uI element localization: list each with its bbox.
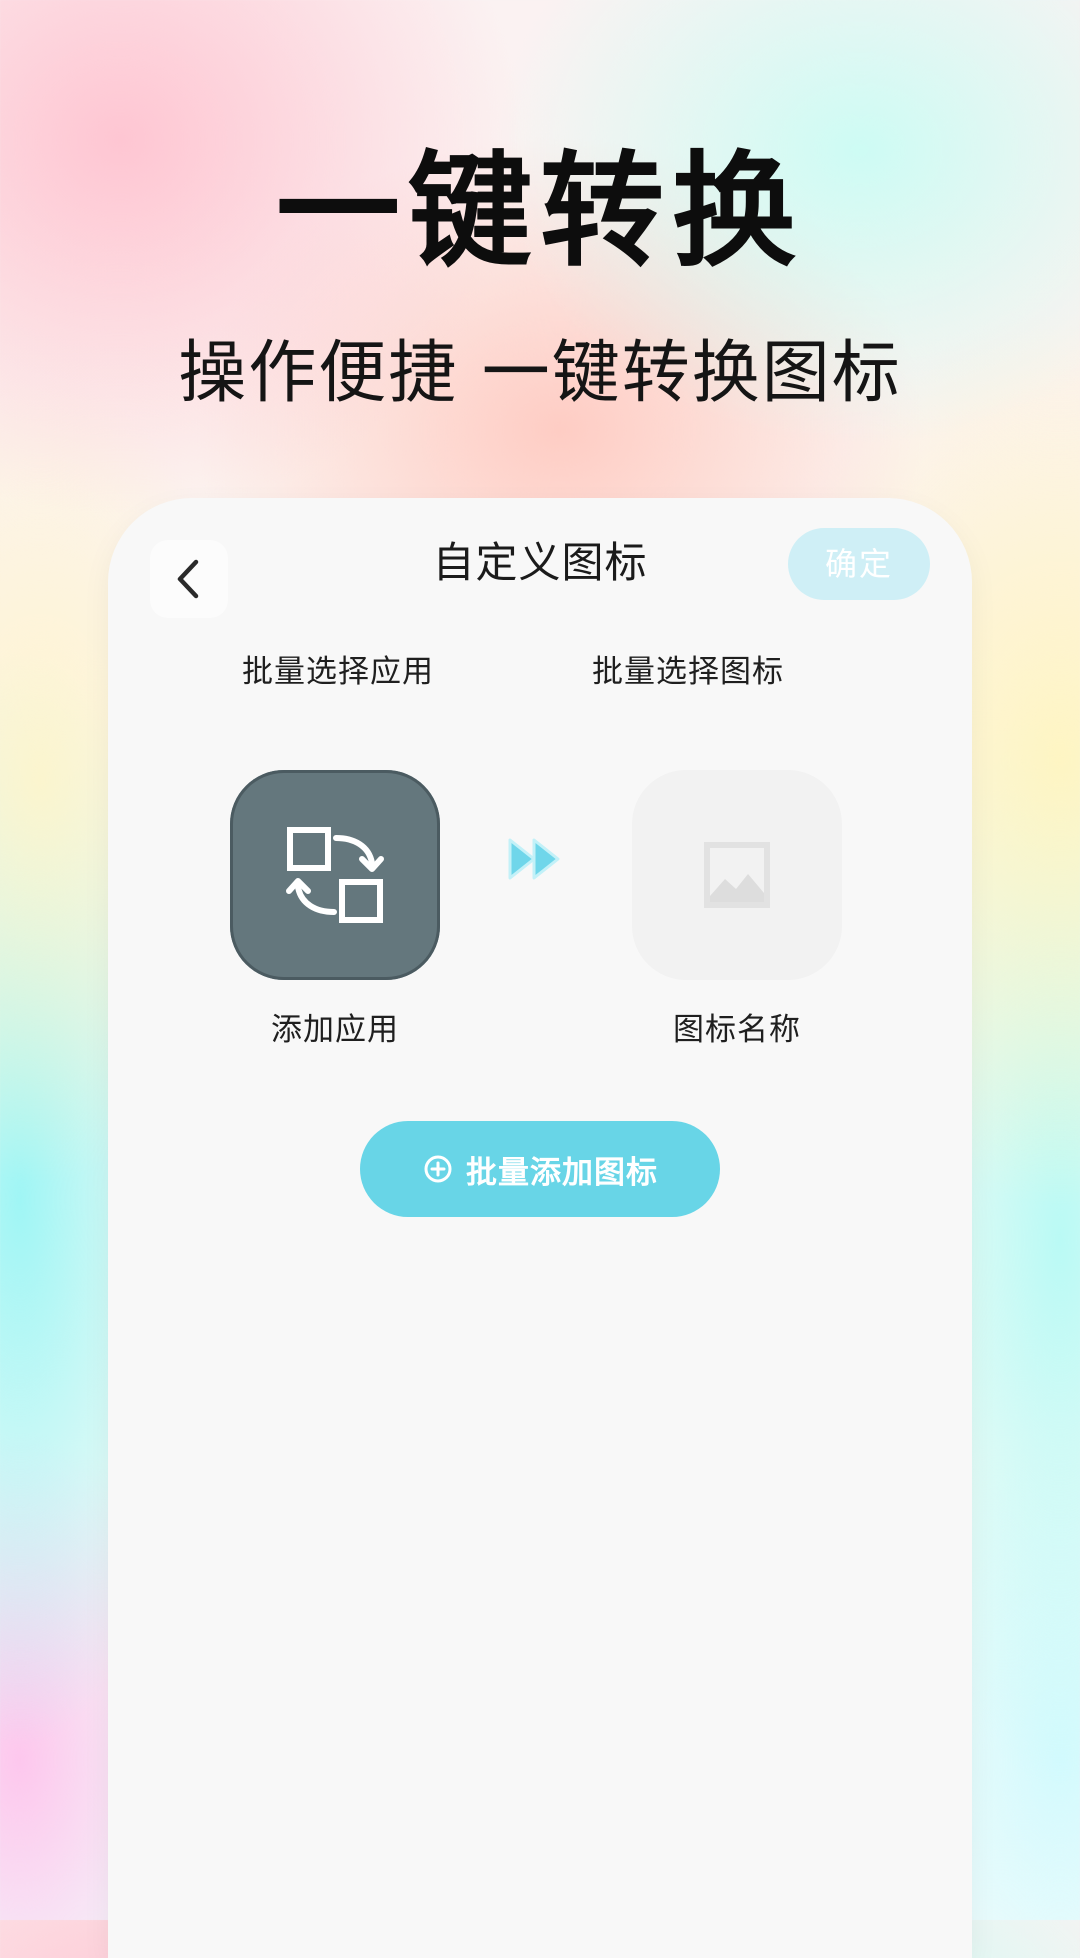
- icon-placeholder-tile[interactable]: [632, 770, 842, 980]
- confirm-button[interactable]: 确定: [788, 528, 930, 600]
- batch-select-icons-label: 批量选择图标: [592, 654, 784, 690]
- phone-frame: 自定义图标 确定 批量选择应用 批量选择图标 添加应用 图标名称 批量添加图标: [108, 498, 972, 1958]
- add-app-label: 添加应用: [271, 1012, 399, 1048]
- icon-name-label: 图标名称: [673, 1012, 801, 1048]
- top-nav-bar: 自定义图标 确定: [108, 498, 972, 633]
- batch-add-icons-button[interactable]: 批量添加图标: [360, 1121, 720, 1217]
- image-placeholder-icon: [704, 842, 770, 908]
- plus-circle-icon: [424, 1155, 452, 1183]
- double-arrow-icon: [508, 838, 560, 880]
- add-app-tile[interactable]: [230, 770, 440, 980]
- promo-headline: 一键转换: [275, 140, 804, 284]
- swap-icon: [286, 827, 384, 923]
- promo-subheadline: 操作便捷 一键转换图标: [178, 334, 902, 413]
- batch-add-icons-label: 批量添加图标: [466, 1154, 658, 1191]
- batch-select-apps-label: 批量选择应用: [242, 654, 434, 690]
